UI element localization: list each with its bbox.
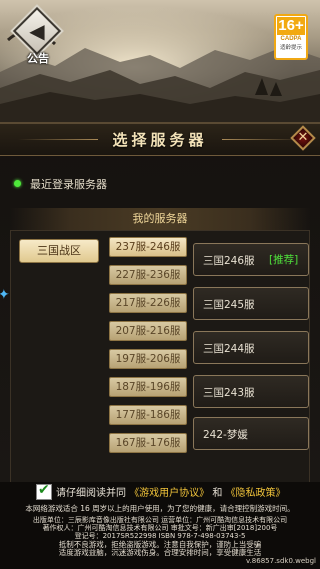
close-button[interactable]: ✕ [290,125,316,151]
recent-login-label: 最近登录服务器 [30,178,107,191]
server-select-panel: 选择服务器 ✕ 最近登录服务器 我的服务器 三国战区 237服-246服 227… [0,122,320,484]
server-name: 三国246服 [203,255,255,267]
notice-label: 公告 [27,52,49,65]
agreement-row: 请仔细阅读并同 《游戏用户协议》 和 《隐私政策》 [36,481,286,502]
server-item[interactable]: 三国243服 [193,375,309,408]
server-name: 242-梦媛 [203,429,248,441]
age-advisory: 本网络游戏适合 16 周岁以上的用户使用，为了您的健康，请合理控制游戏时间。 [25,504,295,513]
server-item[interactable]: 三国245服 [193,287,309,320]
status-dot-icon [14,180,21,187]
close-icon: ✕ [297,130,309,145]
agreement-and: 和 [212,488,223,499]
recent-login-row[interactable]: 最近登录服务器 [14,176,107,194]
server-item[interactable]: 242-梦媛 [193,417,309,450]
zone-tab-sanguo[interactable]: 三国战区 [19,239,99,263]
my-servers-label: 我的服务器 [132,212,188,225]
version-label: v.86857.sdk0.webgl [245,557,316,565]
server-list-area: 三国战区 237服-246服 227服-236服 217服-226服 207服-… [10,230,310,484]
range-tab[interactable]: 167服-176服 [109,433,187,453]
server-name: 三国245服 [203,299,255,311]
agree-checkbox[interactable] [36,481,52,500]
notice-button[interactable]: ◀ 公告 [12,6,62,65]
server-item[interactable]: 三国246服 [推荐] [193,243,309,276]
range-tab[interactable]: 177服-186服 [109,405,187,425]
user-agreement-link[interactable]: 《游戏用户协议》 [129,488,209,499]
age-rating-note: 适龄提示 [279,45,302,51]
age-rating-org: CADPA [280,36,302,42]
age-rating-number: 16+ [277,17,305,35]
agreement-prefix: 请仔细阅读并同 [56,488,126,499]
range-tab[interactable]: 187服-196服 [109,377,187,397]
range-tab[interactable]: 197服-206服 [109,349,187,369]
range-tab[interactable]: 217服-226服 [109,293,187,313]
speaker-icon: ◀ [29,19,45,43]
footer: 请仔细阅读并同 《游戏用户协议》 和 《隐私政策》 本网络游戏适合 16 周岁以… [0,481,320,569]
panel-title: 选择服务器 [112,131,208,149]
server-item[interactable]: 三国244服 [193,331,309,364]
range-tab[interactable]: 207服-216服 [109,321,187,341]
server-name: 三国244服 [203,343,255,355]
server-name: 三国243服 [203,387,255,399]
landscape-banner: ◀ 公告 16+ CADPA 适龄提示 [0,0,320,122]
age-rating-badge: 16+ CADPA 适龄提示 [274,14,308,60]
recommended-badge: [推荐] [269,254,299,266]
range-tab[interactable]: 227服-236服 [109,265,187,285]
side-arrow-icon[interactable]: ✦ [0,287,10,305]
range-tab[interactable]: 237服-246服 [109,237,187,257]
my-servers-header: 我的服务器 [10,208,310,230]
privacy-policy-link[interactable]: 《隐私政策》 [226,488,286,499]
panel-title-bar: 选择服务器 ✕ [0,124,320,156]
health-advice-line-2: 适度游戏益脑，沉迷游戏伤身。合理安排时间，享受健康生活 [58,548,262,557]
